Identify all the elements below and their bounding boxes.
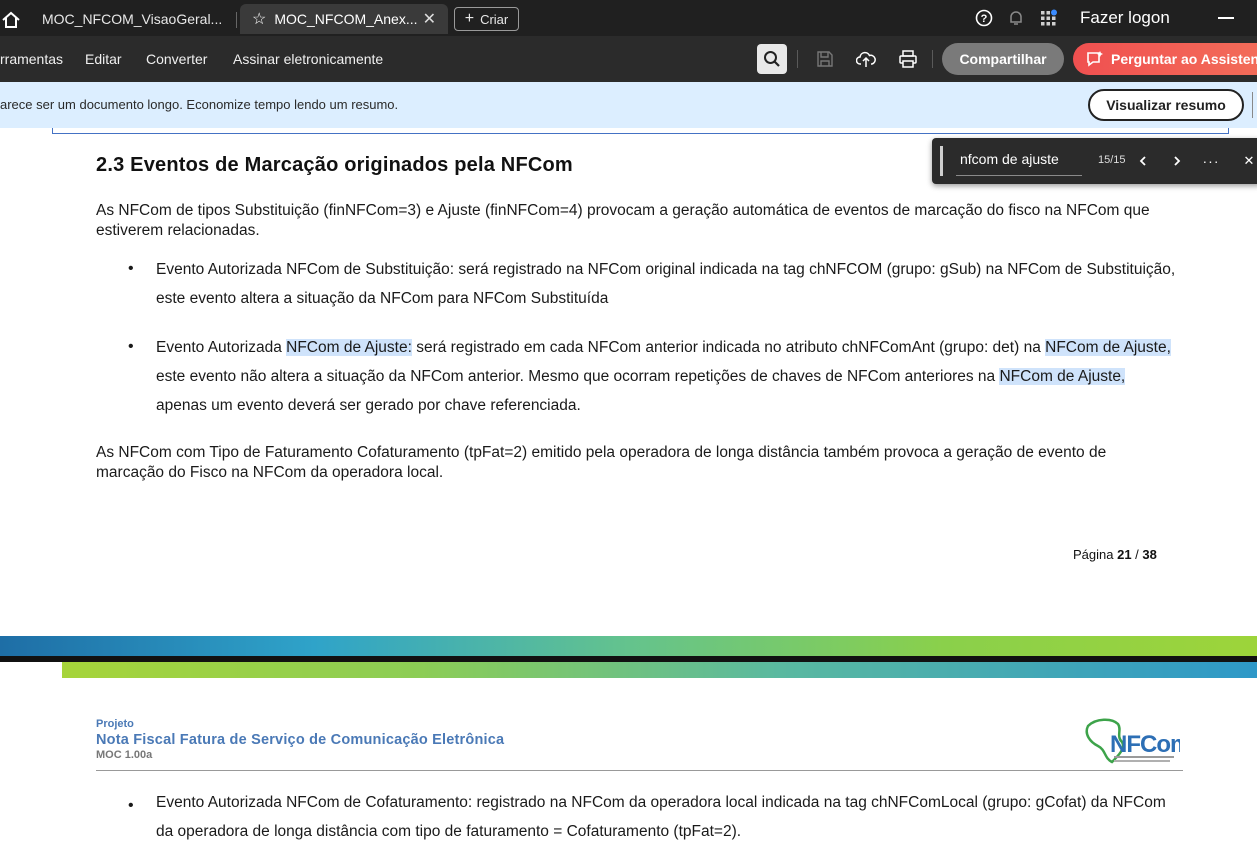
toolbar-divider	[797, 50, 798, 68]
minimize-icon[interactable]	[1218, 17, 1234, 19]
find-match-count: 15/15	[1098, 154, 1126, 166]
menu-tools[interactable]: rramentas	[0, 51, 63, 67]
share-button[interactable]: Compartilhar	[942, 43, 1064, 75]
find-close-button[interactable]: ✕	[1238, 150, 1257, 172]
print-button[interactable]	[893, 44, 923, 74]
search-highlight: NFCom de Ajuste,	[1045, 339, 1171, 356]
apps-grid-icon[interactable]	[1040, 9, 1058, 27]
tab-document-1[interactable]: MOC_NFCOM_VisaoGeral...	[26, 4, 236, 34]
intro-paragraph: As NFCom de tipos Substituição (finNFCom…	[96, 202, 1150, 239]
menu-convert[interactable]: Converter	[146, 51, 207, 67]
bullet-marker: •	[128, 338, 134, 355]
toolbar-divider	[932, 50, 933, 68]
bell-icon[interactable]	[1007, 9, 1025, 27]
tab-document-2[interactable]: ☆ MOC_NFCOM_Anex... ✕	[240, 4, 448, 34]
section-heading: 2.3 Eventos de Marcação originados pela …	[96, 154, 573, 176]
bullet-marker: •	[128, 797, 134, 814]
project-label: Projeto	[96, 718, 134, 730]
create-button-label: Criar	[480, 11, 509, 27]
summary-notice-bar: arece ser um documento longo. Economize …	[0, 82, 1257, 128]
tab-document-2-label: MOC_NFCOM_Anex...	[274, 11, 418, 27]
create-button[interactable]: + Criar	[454, 7, 519, 31]
ai-assistant-icon	[1087, 51, 1103, 67]
save-button[interactable]	[810, 44, 840, 74]
bullet-adjustment-text: este evento não altera a situação da NFC…	[156, 368, 1000, 385]
find-input[interactable]: nfcom de ajuste	[956, 144, 1082, 176]
bullet-adjustment: Evento Autorizada NFCom de Ajuste: será …	[156, 333, 1176, 420]
view-summary-button[interactable]: Visualizar resumo	[1088, 89, 1244, 121]
nfcom-logo: NFCom	[1085, 718, 1180, 764]
help-icon[interactable]: ?	[975, 9, 993, 27]
page-number: Página 21 / 38	[1073, 547, 1157, 562]
chevron-left-icon	[1139, 156, 1146, 166]
bullet-cofaturamento: Evento Autorizada NFCom de Cofaturamento…	[156, 794, 1166, 840]
ask-assistant-button[interactable]: Perguntar ao Assistente	[1073, 43, 1257, 75]
print-icon	[899, 50, 917, 68]
search-icon	[764, 51, 780, 67]
save-icon	[817, 51, 833, 67]
bullet-adjustment-text: apenas um evento deverá ser gerado por c…	[156, 397, 581, 414]
chevron-right-icon	[1174, 156, 1181, 166]
menu-sign[interactable]: Assinar eletronicamente	[233, 51, 383, 67]
notice-divider	[1252, 92, 1253, 118]
cofaturamento-paragraph: As NFCom com Tipo de Faturamento Cofatur…	[96, 444, 1107, 481]
previous-table-border	[52, 128, 1229, 134]
summary-notice-text: arece ser um documento longo. Economize …	[0, 97, 399, 112]
ask-assistant-label: Perguntar ao Assistente	[1111, 51, 1257, 67]
page-footer-band	[0, 636, 1257, 656]
project-title: Nota Fiscal Fatura de Serviço de Comunic…	[96, 732, 505, 748]
tab-bar: MOC_NFCOM_VisaoGeral... ☆ MOC_NFCOM_Anex…	[0, 0, 1257, 36]
cloud-upload-button[interactable]	[851, 44, 881, 74]
find-next-button[interactable]	[1166, 150, 1188, 172]
bullet-marker: •	[128, 260, 134, 277]
page-current: 21	[1117, 547, 1132, 562]
star-icon[interactable]: ☆	[252, 9, 266, 29]
find-panel-accent	[940, 146, 943, 176]
close-icon: ✕	[1243, 153, 1255, 168]
search-highlight: NFCom de Ajuste,	[999, 368, 1126, 385]
sign-in-link[interactable]: Fazer logon	[1080, 8, 1170, 28]
close-tab-icon[interactable]: ✕	[423, 9, 436, 29]
menu-edit[interactable]: Editar	[85, 51, 122, 67]
page-separator: /	[1131, 547, 1143, 562]
header-rule	[96, 770, 1183, 771]
bullet-adjustment-text: Evento Autorizada	[156, 339, 287, 356]
page-number-prefix: Página	[1073, 547, 1118, 562]
page-total: 38	[1142, 547, 1157, 562]
bullet-adjustment-text: será registrado em cada NFCom anterior i…	[411, 339, 1046, 356]
tab-document-1-label: MOC_NFCOM_VisaoGeral...	[42, 11, 223, 27]
find-previous-button[interactable]	[1132, 150, 1154, 172]
page-header-band	[62, 662, 1257, 678]
bullet-substitution: Evento Autorizada NFCom de Substituição:…	[156, 261, 1176, 307]
plus-icon: +	[464, 10, 475, 27]
document-viewer[interactable]: 2.3 Eventos de Marcação originados pela …	[0, 128, 1257, 852]
cloud-upload-icon	[856, 51, 876, 67]
find-panel: nfcom de ajuste 15/15 ··· ✕	[932, 138, 1257, 184]
toolbar: rramentas Editar Converter Assinar eletr…	[0, 36, 1257, 82]
home-button[interactable]	[0, 6, 24, 32]
svg-text:?: ?	[981, 13, 988, 25]
nfcom-logo-text: NFCom	[1110, 731, 1180, 758]
search-highlight: NFCom de Ajuste:	[286, 339, 412, 356]
home-icon	[2, 11, 20, 28]
more-icon: ···	[1202, 153, 1220, 169]
project-version: MOC 1.00a	[96, 749, 153, 761]
find-more-options-button[interactable]: ···	[1200, 150, 1222, 172]
search-button[interactable]	[757, 44, 787, 74]
tab-divider	[236, 12, 237, 28]
